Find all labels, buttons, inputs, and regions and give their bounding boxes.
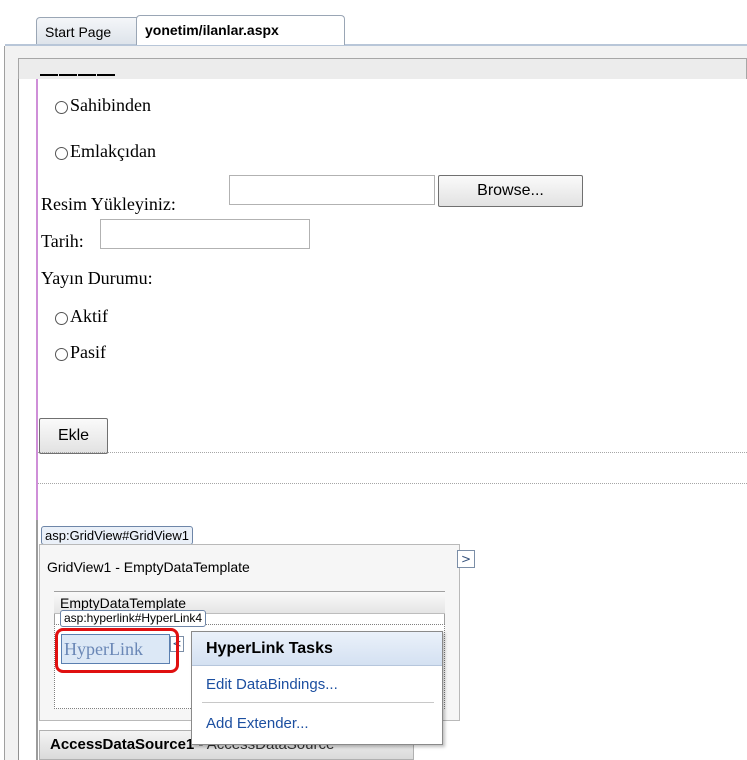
smart-tag-chevron-icon[interactable]: > bbox=[457, 550, 475, 568]
menu-separator bbox=[202, 702, 434, 703]
designer-top-bar bbox=[18, 58, 747, 80]
selection-margin-line bbox=[36, 79, 38, 529]
resim-label: Resim Yükleyiniz: bbox=[41, 194, 176, 214]
dotted-separator bbox=[38, 452, 747, 453]
highlight-outline bbox=[55, 628, 179, 673]
tarih-label: Tarih: bbox=[41, 231, 84, 251]
tarih-input[interactable] bbox=[100, 219, 310, 249]
radio-emlakcidan-label: Emlakçıdan bbox=[70, 141, 156, 161]
hyperlink-tasks-menu: HyperLink Tasks Edit DataBindings... Add… bbox=[191, 631, 443, 745]
file-path-input[interactable] bbox=[229, 175, 435, 205]
radio-aktif[interactable] bbox=[55, 312, 68, 325]
tab-start-page[interactable]: Start Page bbox=[36, 17, 148, 45]
tasks-menu-title: HyperLink Tasks bbox=[192, 632, 442, 666]
clipped-label: ▬▬▬▬ bbox=[40, 74, 116, 81]
radio-aktif-label: Aktif bbox=[70, 306, 108, 326]
radio-pasif-label: Pasif bbox=[70, 342, 106, 362]
browse-button[interactable]: Browse... bbox=[438, 175, 583, 207]
accessdatasource-name: AccessDataSource1 bbox=[50, 736, 195, 753]
radio-emlakcidan[interactable] bbox=[55, 147, 68, 160]
edit-databindings-link[interactable]: Edit DataBindings... bbox=[206, 676, 338, 693]
ekle-button[interactable]: Ekle bbox=[39, 418, 108, 454]
radio-sahibinden-label: Sahibinden bbox=[70, 95, 151, 115]
dotted-separator bbox=[38, 483, 747, 484]
hyperlink-tag[interactable]: asp:hyperlink#HyperLink4 bbox=[60, 610, 207, 627]
radio-sahibinden[interactable] bbox=[55, 101, 68, 114]
radio-pasif[interactable] bbox=[55, 348, 68, 361]
yayin-durumu-label: Yayın Durumu: bbox=[41, 268, 153, 288]
margin-line bbox=[36, 520, 38, 760]
gridview-header: GridView1 - EmptyDataTemplate bbox=[47, 559, 250, 575]
tab-ilanlar-aspx[interactable]: yonetim/ilanlar.aspx bbox=[136, 15, 345, 45]
add-extender-link[interactable]: Add Extender... bbox=[206, 715, 309, 732]
gridview-tag[interactable]: asp:GridView#GridView1 bbox=[41, 526, 194, 545]
